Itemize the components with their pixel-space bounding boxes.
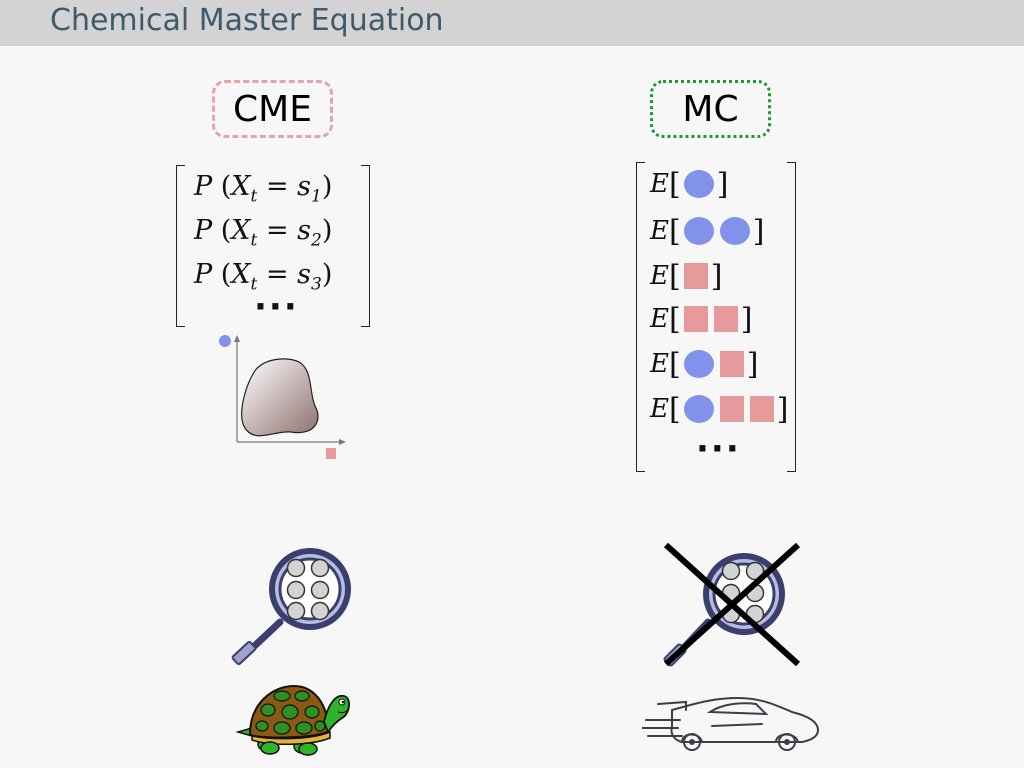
cme-label-box: CME bbox=[212, 80, 333, 138]
magnifier-icon bbox=[231, 548, 351, 666]
left-bracket bbox=[176, 165, 185, 327]
species-square-icon bbox=[683, 263, 708, 289]
species-square-icon bbox=[749, 396, 774, 422]
species-square-icon bbox=[719, 396, 744, 422]
left-bracket bbox=[636, 162, 645, 472]
expectation-row: E[] bbox=[650, 258, 723, 294]
species-square-icon bbox=[713, 306, 738, 332]
species-circle-icon bbox=[683, 350, 714, 378]
expectation-row: E[] bbox=[650, 166, 729, 202]
species-circle-icon bbox=[683, 170, 714, 198]
sports-car-icon bbox=[642, 696, 820, 751]
slide-title: Chemical Master Equation bbox=[50, 3, 444, 38]
species-square-icon bbox=[683, 306, 708, 332]
prob-row-2: P (Xt = s2) bbox=[194, 215, 333, 251]
mc-label-box: MC bbox=[650, 80, 771, 138]
prob-row-1: P (Xt = s1) bbox=[194, 171, 333, 207]
species-circle-icon bbox=[719, 217, 750, 245]
species-square-marker bbox=[326, 448, 336, 459]
expectation-row: E[] bbox=[650, 301, 753, 337]
species-circle-icon bbox=[683, 395, 714, 423]
expectation-row: E[] bbox=[650, 346, 759, 382]
species-circle-icon bbox=[683, 217, 714, 245]
species-square-icon bbox=[719, 351, 744, 377]
cme-label: CME bbox=[233, 88, 312, 130]
cme-probability-vector: P (Xt = s1) P (Xt = s2) P (Xt = s3) ··· bbox=[176, 165, 370, 327]
right-bracket bbox=[361, 165, 370, 327]
probability-blob-icon bbox=[219, 335, 346, 459]
slide-header: Chemical Master Equation bbox=[0, 0, 1024, 46]
mc-label: MC bbox=[682, 88, 739, 130]
expectation-row: E[] bbox=[650, 213, 765, 249]
cme-ellipsis: ··· bbox=[254, 287, 299, 327]
mc-expectation-vector: E[] E[] E[] E[] E[] E[] ··· bbox=[636, 162, 796, 472]
turtle-icon bbox=[235, 684, 350, 756]
expectation-row: E[] bbox=[650, 391, 789, 427]
mc-ellipsis: ··· bbox=[696, 429, 741, 469]
species-circle-marker bbox=[219, 335, 231, 347]
magnifier-icon bbox=[663, 542, 801, 667]
